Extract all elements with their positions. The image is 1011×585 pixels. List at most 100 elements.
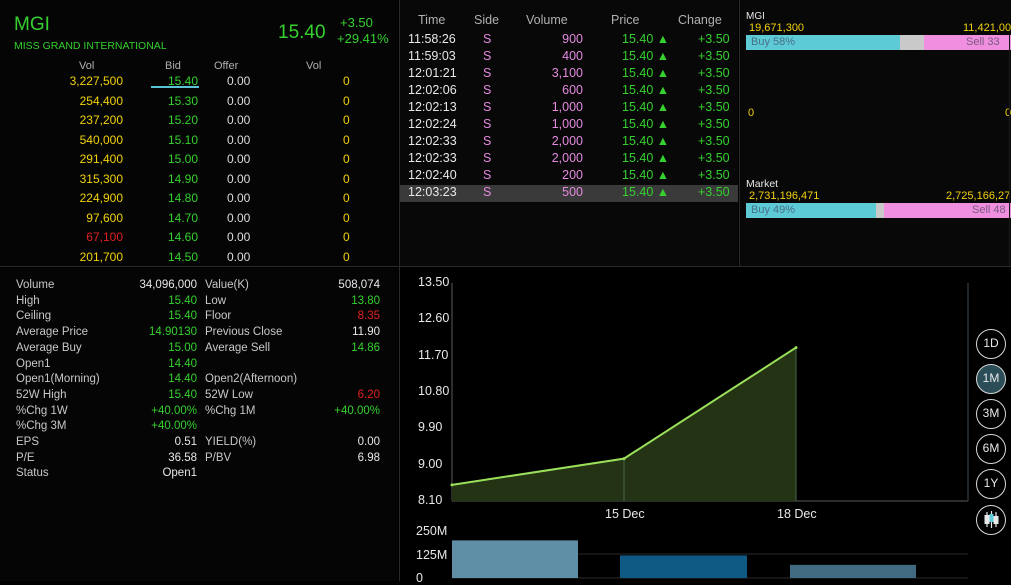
trade-row[interactable]: 12:02:33 S 2,000 15.40 ▲ +3.50 xyxy=(400,134,738,151)
y-tick-label: 11.70 xyxy=(418,347,449,362)
order-book-row[interactable]: 291,400 15.00 0.00 0 xyxy=(0,152,398,171)
col-header-vol: Vol xyxy=(79,60,95,72)
offer-price[interactable]: 0.00 xyxy=(227,94,250,108)
flow-middle-right: 0 xyxy=(1005,107,1011,119)
order-book-row[interactable]: 224,900 14.80 0.00 0 xyxy=(0,191,398,210)
offer-price[interactable]: 0.00 xyxy=(227,113,250,127)
divider xyxy=(1009,35,1010,266)
candlestick-toggle-button[interactable] xyxy=(976,505,1006,535)
stat-label: %Chg 1M xyxy=(205,404,256,417)
flow-stock-title: MGI xyxy=(746,11,765,22)
col-header-volume: Volume xyxy=(526,13,568,27)
trade-row[interactable]: 12:02:40 S 200 15.40 ▲ +3.50 xyxy=(400,168,738,185)
y-tick-label: 9.00 xyxy=(418,456,443,471)
trade-change: +3.50 xyxy=(698,117,730,131)
price-change-percent: +29.41% xyxy=(337,31,389,46)
bid-price[interactable]: 14.90 xyxy=(150,172,198,186)
trade-volume: 2,000 xyxy=(551,134,583,148)
bid-price[interactable]: 14.60 xyxy=(150,230,198,244)
stat-label: Open1(Morning) xyxy=(16,373,100,386)
offer-price[interactable]: 0.00 xyxy=(227,250,250,264)
bid-price[interactable]: 14.80 xyxy=(150,191,198,205)
trade-row[interactable]: 12:02:24 S 1,000 15.40 ▲ +3.50 xyxy=(400,117,738,134)
bid-price[interactable]: 15.00 xyxy=(150,152,198,166)
stat-value: +40.00% xyxy=(151,420,197,433)
period-button-1y[interactable]: 1Y xyxy=(976,469,1006,499)
trade-change: +3.50 xyxy=(698,151,730,165)
offer-price[interactable]: 0.00 xyxy=(227,211,250,225)
price-chart[interactable] xyxy=(400,268,1011,581)
flow-market-sell-value: 2,725,166,27 xyxy=(946,190,1011,202)
offer-price[interactable]: 0.00 xyxy=(227,74,250,88)
bid-price[interactable]: 15.40 xyxy=(150,74,198,88)
offer-price[interactable]: 0.00 xyxy=(227,172,250,186)
y-tick-label: 12.60 xyxy=(418,311,450,326)
col-header-time: Time xyxy=(418,13,446,27)
period-button-1d[interactable]: 1D xyxy=(976,329,1006,359)
trade-side: S xyxy=(483,151,492,165)
symbol[interactable]: MGI xyxy=(14,14,50,36)
trade-time: 12:02:40 xyxy=(408,168,457,182)
offer-price[interactable]: 0.00 xyxy=(227,230,250,244)
trade-change: +3.50 xyxy=(698,185,730,199)
offer-price[interactable]: 0.00 xyxy=(227,152,250,166)
stat-label: Open1 xyxy=(16,357,51,370)
order-book-row[interactable]: 254,400 15.30 0.00 0 xyxy=(0,94,398,113)
trade-row[interactable]: 12:02:33 S 2,000 15.40 ▲ +3.50 xyxy=(400,151,738,168)
stat-label: 52W Low xyxy=(205,388,253,401)
period-button-6m[interactable]: 6M xyxy=(976,434,1006,464)
trade-row[interactable]: 12:02:06 S 600 15.40 ▲ +3.50 xyxy=(400,83,738,100)
offer-price[interactable]: 0.00 xyxy=(227,133,250,147)
trade-row[interactable]: 12:02:13 S 1,000 15.40 ▲ +3.50 xyxy=(400,100,738,117)
offer-price[interactable]: 0.00 xyxy=(227,191,250,205)
order-book-row[interactable]: 315,300 14.90 0.00 0 xyxy=(0,172,398,191)
trade-change: +3.50 xyxy=(698,83,730,97)
stat-label: P/BV xyxy=(205,451,232,464)
divider xyxy=(739,0,740,266)
flow-stock-sell-value: 11,421,00 xyxy=(963,22,1011,34)
col-header-offer: Offer xyxy=(214,60,239,72)
bid-price[interactable]: 14.50 xyxy=(150,250,198,264)
period-button-3m[interactable]: 3M xyxy=(976,399,1006,429)
stat-label: Average Buy xyxy=(16,341,82,354)
bid-volume: 315,300 xyxy=(79,171,123,186)
trade-change: +3.50 xyxy=(698,49,730,63)
bid-volume: 237,200 xyxy=(79,113,123,127)
order-book-row[interactable]: 237,200 15.20 0.00 0 xyxy=(0,113,398,132)
period-button-1m[interactable]: 1M xyxy=(976,364,1006,394)
offer-volume: 0 xyxy=(343,74,350,88)
trade-volume: 900 xyxy=(562,32,583,46)
order-book-row[interactable]: 67,100 14.60 0.00 0 xyxy=(0,230,398,249)
order-book-row[interactable]: 540,000 15.10 0.00 0 xyxy=(0,133,398,152)
stat-label: Average Sell xyxy=(205,341,270,354)
stat-label: Volume xyxy=(16,279,55,291)
bid-price[interactable]: 15.10 xyxy=(150,133,198,147)
order-book-row[interactable]: 3,227,500 15.40 0.00 0 xyxy=(0,74,398,93)
stat-value: 14.90130 xyxy=(149,326,197,339)
col-header-change: Change xyxy=(678,13,722,27)
flow-middle-left: 0 xyxy=(748,107,755,119)
trade-row[interactable]: 11:58:26 S 900 15.40 ▲ +3.50 xyxy=(400,32,738,49)
trade-row[interactable]: 11:59:03 S 400 15.40 ▲ +3.50 xyxy=(400,49,738,66)
price-change: +3.50 xyxy=(340,15,373,30)
trade-volume: 200 xyxy=(562,168,583,182)
trade-row[interactable]: 12:01:21 S 3,100 15.40 ▲ +3.50 xyxy=(400,66,738,83)
bid-price[interactable]: 15.30 xyxy=(150,94,198,108)
bid-price[interactable]: 15.20 xyxy=(150,113,198,127)
trade-time: 11:59:03 xyxy=(408,49,456,63)
trade-row[interactable]: 12:03:23 S 500 15.40 ▲ +3.50 xyxy=(400,185,738,202)
bid-volume: 224,900 xyxy=(79,191,123,205)
stat-label: YIELD(%) xyxy=(205,436,257,448)
price-point xyxy=(450,483,454,487)
bid-price[interactable]: 14.70 xyxy=(150,211,198,225)
trade-volume: 2,000 xyxy=(551,151,583,165)
stat-label: %Chg 1W xyxy=(16,404,68,417)
trade-volume: 1,000 xyxy=(551,100,583,114)
order-book-row[interactable]: 201,700 14.50 0.00 0 xyxy=(0,250,398,269)
trade-change: +3.50 xyxy=(698,134,730,148)
order-book-row[interactable]: 97,600 14.70 0.00 0 xyxy=(0,211,398,230)
stat-value: 15.00 xyxy=(168,341,197,354)
trade-side: S xyxy=(483,100,492,114)
stat-value: 8.35 xyxy=(357,310,380,323)
bid-volume: 291,400 xyxy=(79,152,123,166)
